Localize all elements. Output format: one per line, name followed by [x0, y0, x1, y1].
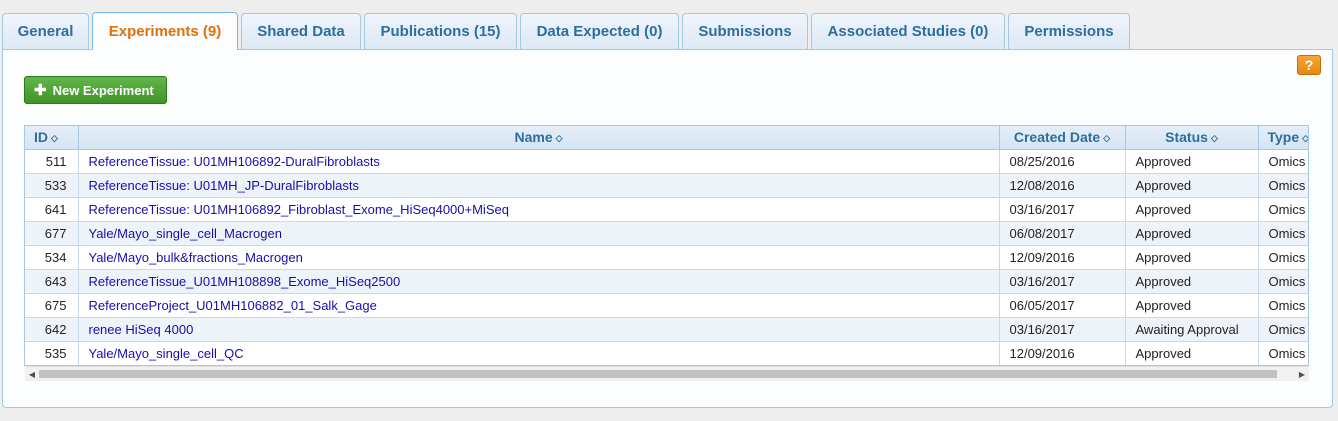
tab-general[interactable]: General	[2, 13, 89, 49]
column-header-status[interactable]: Status ◇	[1125, 126, 1259, 150]
name-cell: Yale/Mayo_bulk&fractions_Macrogen	[78, 245, 1000, 270]
status-cell: Approved	[1125, 149, 1259, 174]
name-cell: Yale/Mayo_single_cell_QC	[78, 341, 1000, 365]
created-date-cell: 08/25/2016	[999, 149, 1126, 174]
created-date-cell: 03/16/2017	[999, 317, 1126, 342]
table-row[interactable]: 641 ReferenceTissue: U01MH106892_Fibrobl…	[25, 197, 1308, 222]
sort-icon: ◇	[1103, 133, 1111, 144]
sort-icon: ◇	[1210, 133, 1218, 144]
scroll-right-icon[interactable]: ▶	[1295, 367, 1309, 381]
experiment-link[interactable]: ReferenceProject_U01MH106882_01_Salk_Gag…	[89, 298, 377, 313]
sort-icon: ◇	[555, 133, 563, 144]
experiment-link[interactable]: ReferenceTissue: U01MH106892_Fibroblast_…	[89, 202, 509, 217]
name-cell: renee HiSeq 4000	[78, 317, 1000, 342]
experiment-link[interactable]: ReferenceTissue: U01MH_JP-DuralFibroblas…	[89, 178, 359, 193]
id-cell: 511	[25, 149, 79, 174]
table-row[interactable]: 675 ReferenceProject_U01MH106882_01_Salk…	[25, 293, 1308, 318]
created-date-cell: 12/09/2016	[999, 245, 1126, 270]
status-cell: Approved	[1125, 269, 1259, 294]
experiment-link[interactable]: Yale/Mayo_single_cell_Macrogen	[89, 226, 282, 241]
id-cell: 641	[25, 197, 79, 222]
status-cell: Awaiting Approval	[1125, 317, 1259, 342]
id-cell: 643	[25, 269, 79, 294]
experiment-link[interactable]: Yale/Mayo_bulk&fractions_Macrogen	[89, 250, 303, 265]
type-cell: Omics	[1258, 173, 1308, 198]
type-cell: Omics	[1258, 341, 1308, 365]
type-cell: Omics	[1258, 293, 1308, 318]
status-cell: Approved	[1125, 221, 1259, 246]
created-date-cell: 03/16/2017	[999, 269, 1126, 294]
status-cell: Approved	[1125, 293, 1259, 318]
column-header-type[interactable]: Type ◇	[1258, 126, 1309, 150]
type-cell: Omics	[1258, 197, 1308, 222]
scrollbar-thumb[interactable]	[39, 370, 1277, 378]
type-cell: Omics	[1258, 317, 1308, 342]
table-header-row: ID ◇ Name ◇ Created Date ◇ Status ◇ Type ◇	[25, 126, 1309, 150]
table-row[interactable]: 534 Yale/Mayo_bulk&fractions_Macrogen 12…	[25, 245, 1308, 270]
type-cell: Omics	[1258, 221, 1308, 246]
horizontal-scrollbar[interactable]: ◀ ▶	[25, 366, 1309, 381]
tab-associated-studies[interactable]: Associated Studies (0)	[811, 13, 1005, 49]
id-cell: 677	[25, 221, 79, 246]
status-cell: Approved	[1125, 197, 1259, 222]
experiment-link[interactable]: renee HiSeq 4000	[89, 322, 194, 337]
tab-experiments[interactable]: Experiments (9)	[92, 12, 238, 50]
type-cell: Omics	[1258, 269, 1308, 294]
tab-submissions[interactable]: Submissions	[682, 13, 808, 49]
id-cell: 675	[25, 293, 79, 318]
status-cell: Approved	[1125, 245, 1259, 270]
help-button[interactable]: ?	[1297, 55, 1321, 75]
name-cell: ReferenceTissue_U01MH108898_Exome_HiSeq2…	[78, 269, 1000, 294]
table-row[interactable]: 511 ReferenceTissue: U01MH106892-DuralFi…	[25, 149, 1308, 174]
id-cell: 535	[25, 341, 79, 365]
plus-icon: ✚	[34, 81, 47, 99]
table-row[interactable]: 642 renee HiSeq 4000 03/16/2017 Awaiting…	[25, 317, 1308, 342]
type-cell: Omics	[1258, 149, 1308, 174]
name-cell: Yale/Mayo_single_cell_Macrogen	[78, 221, 1000, 246]
created-date-cell: 06/08/2017	[999, 221, 1126, 246]
table-row[interactable]: 535 Yale/Mayo_single_cell_QC 12/09/2016 …	[25, 341, 1308, 365]
name-cell: ReferenceTissue: U01MH_JP-DuralFibroblas…	[78, 173, 1000, 198]
name-cell: ReferenceTissue: U01MH106892_Fibroblast_…	[78, 197, 1000, 222]
tab-data-expected[interactable]: Data Expected (0)	[520, 13, 679, 49]
type-cell: Omics	[1258, 245, 1308, 270]
id-cell: 533	[25, 173, 79, 198]
created-date-cell: 06/05/2017	[999, 293, 1126, 318]
experiment-link[interactable]: Yale/Mayo_single_cell_QC	[89, 346, 244, 361]
column-header-created-date[interactable]: Created Date ◇	[999, 126, 1126, 150]
created-date-cell: 12/09/2016	[999, 341, 1126, 365]
created-date-cell: 12/08/2016	[999, 173, 1126, 198]
tab-publications[interactable]: Publications (15)	[364, 13, 517, 49]
status-cell: Approved	[1125, 173, 1259, 198]
status-cell: Approved	[1125, 341, 1259, 365]
sort-icon: ◇	[1302, 133, 1309, 144]
column-header-id[interactable]: ID ◇	[25, 126, 79, 150]
table-row[interactable]: 643 ReferenceTissue_U01MH108898_Exome_Hi…	[25, 269, 1308, 294]
table-row[interactable]: 677 Yale/Mayo_single_cell_Macrogen 06/08…	[25, 221, 1308, 246]
experiments-table: ID ◇ Name ◇ Created Date ◇ Status ◇ Type ◇ 51…	[24, 125, 1309, 366]
tab-permissions[interactable]: Permissions	[1008, 13, 1130, 49]
created-date-cell: 03/16/2017	[999, 197, 1126, 222]
experiment-link[interactable]: ReferenceTissue: U01MH106892-DuralFibrob…	[89, 154, 380, 169]
sort-icon: ◇	[51, 133, 58, 144]
column-header-name[interactable]: Name ◇	[78, 126, 1000, 150]
id-cell: 642	[25, 317, 79, 342]
scroll-left-icon[interactable]: ◀	[25, 367, 39, 381]
experiment-link[interactable]: ReferenceTissue_U01MH108898_Exome_HiSeq2…	[89, 274, 401, 289]
id-cell: 534	[25, 245, 79, 270]
new-experiment-label: New Experiment	[52, 82, 154, 98]
name-cell: ReferenceTissue: U01MH106892-DuralFibrob…	[78, 149, 1000, 174]
new-experiment-button[interactable]: ✚ New Experiment	[24, 76, 167, 104]
table-row[interactable]: 533 ReferenceTissue: U01MH_JP-DuralFibro…	[25, 173, 1308, 198]
name-cell: ReferenceProject_U01MH106882_01_Salk_Gag…	[78, 293, 1000, 318]
tab-shared-data[interactable]: Shared Data	[241, 13, 361, 49]
